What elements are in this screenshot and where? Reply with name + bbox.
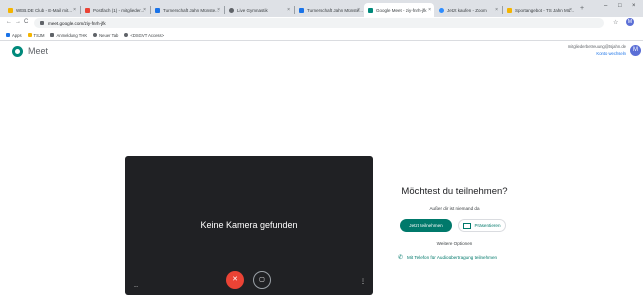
bookmark-anmeldung[interactable]: Anmeldung THK <box>50 33 87 38</box>
new-tab-button[interactable]: + <box>580 5 584 12</box>
back-button[interactable]: ← <box>6 19 12 25</box>
more-options-icon[interactable]: ⋮ <box>360 279 366 285</box>
phone-option-label: Mit Telefon für Audioübertragung teilneh… <box>407 255 498 260</box>
globe-icon <box>124 33 129 37</box>
globe-icon <box>93 33 98 37</box>
reload-button[interactable]: C <box>24 19 28 25</box>
tab-label: Postfach (1) - mitglieder... <box>93 7 145 13</box>
tab-favicon-icon <box>368 7 373 13</box>
tab-close-icon[interactable]: × <box>217 7 220 13</box>
tab-close-icon[interactable]: × <box>428 7 431 13</box>
tab-label: Turnerschaft Jahn Münste... <box>307 7 363 13</box>
tab-favicon-icon <box>8 7 13 13</box>
apps-grid-icon <box>6 33 10 37</box>
browser-tab[interactable]: Turnerschaft Jahn Münste... × <box>151 3 223 17</box>
meet-logo-icon[interactable] <box>12 46 23 57</box>
tab-close-icon[interactable]: × <box>73 7 76 13</box>
camera-toggle-button[interactable]: ▢ <box>253 271 271 289</box>
tab-favicon-icon <box>155 7 160 13</box>
bookmark-label: TSJM <box>33 32 45 38</box>
browser-tab[interactable]: Live Gymnastik × <box>225 3 293 17</box>
account-email: mitgliederbetreuung@tsjahn.de <box>567 44 626 49</box>
close-window-button[interactable]: × <box>632 3 636 9</box>
present-button[interactable]: Präsentieren <box>458 219 506 232</box>
browser-tab[interactable]: WEB.DE Club - E-Mail mit... × <box>4 3 79 17</box>
switch-account-link[interactable]: Konto wechseln <box>596 51 626 56</box>
bookmark-favicon-icon <box>27 33 32 37</box>
bookmark-star-icon[interactable]: ☆ <box>613 19 618 26</box>
tab-label: Sportangebot - TS Jahn Mü... <box>515 7 574 13</box>
join-heading: Möchtest du teilnehmen? <box>401 186 508 197</box>
bookmark-tsjm[interactable]: TSJM <box>27 32 45 38</box>
browser-tab[interactable]: Jetzt kaufen - Zoom × <box>435 3 501 17</box>
bookmark-apps[interactable]: Apps <box>6 33 22 38</box>
lock-icon <box>40 21 44 25</box>
minimize-button[interactable]: – <box>604 3 607 9</box>
forward-button[interactable]: → <box>15 19 21 25</box>
browser-tab[interactable]: Postfach (1) - mitglieder... × <box>81 3 149 17</box>
present-label: Präsentieren <box>474 223 501 228</box>
tab-close-icon[interactable]: × <box>495 7 498 13</box>
tab-favicon-icon <box>85 7 90 13</box>
audio-level-indicator: ··· <box>134 284 138 290</box>
maximize-button[interactable]: □ <box>618 3 622 9</box>
tab-favicon-icon <box>439 7 444 13</box>
meet-app-title[interactable]: Meet <box>28 46 48 56</box>
tab-favicon-icon <box>229 7 234 13</box>
browser-tab[interactable]: Turnerschaft Jahn Münste... × <box>295 3 363 17</box>
browser-tab-strip: WEB.DE Club - E-Mail mit... × Postfach (… <box>0 0 643 17</box>
bookmark-label: Neuer Tab <box>99 32 119 38</box>
tab-favicon-icon <box>299 7 304 13</box>
join-by-phone-link[interactable]: ✆ Mit Telefon für Audioübertragung teiln… <box>398 254 497 261</box>
bookmark-label: <DSGVT Access> <box>130 32 165 38</box>
camera-icon: ▢ <box>259 277 265 283</box>
browser-profile-avatar[interactable]: M <box>626 18 634 26</box>
bookmark-favicon-icon <box>50 33 55 37</box>
tab-close-icon[interactable]: × <box>287 7 290 13</box>
no-camera-message: Keine Kamera gefunden <box>200 220 298 230</box>
participants-status: Außer dir ist niemand da <box>429 206 480 211</box>
tab-close-icon[interactable]: × <box>143 7 146 13</box>
phone-icon: ✆ <box>398 255 404 261</box>
tab-label: Live Gymnastik <box>237 7 268 13</box>
bookmark-label: Apps <box>12 32 22 38</box>
browser-toolbar: ← → C meet.google.com/ziy-fnrh-jfk ☆ <box>0 17 643 30</box>
tab-label: Jetzt kaufen - Zoom <box>447 7 487 13</box>
tab-close-icon[interactable]: × <box>357 7 360 13</box>
mic-off-icon: ✕ <box>232 276 238 283</box>
address-bar[interactable]: meet.google.com/ziy-fnrh-jfk <box>34 18 604 28</box>
url-text: meet.google.com/ziy-fnrh-jfk <box>48 20 106 26</box>
tab-label: Turnerschaft Jahn Münste... <box>163 7 219 13</box>
join-now-button[interactable]: Jetzt teilnehmen <box>400 219 452 232</box>
tab-label: WEB.DE Club - E-Mail mit... <box>16 7 73 13</box>
camera-preview: Keine Kamera gefunden ✕ ▢ ··· ⋮ <box>125 156 373 295</box>
tab-favicon-icon <box>507 7 512 13</box>
browser-tab-active[interactable]: Google Meet - ziy-fnrh-jfk × <box>364 3 434 17</box>
tab-label: Google Meet - ziy-fnrh-jfk <box>376 7 427 13</box>
more-options-heading: Weitere Optionen <box>436 241 473 246</box>
bookmark-label: Anmeldung THK <box>56 32 88 38</box>
bookmark-dsgvt[interactable]: <DSGVT Access> <box>124 33 164 38</box>
bookmark-neuer-tab[interactable]: Neuer Tab <box>93 33 118 38</box>
account-avatar[interactable]: M <box>630 45 641 56</box>
microphone-off-button[interactable]: ✕ <box>226 271 244 289</box>
browser-tab[interactable]: Sportangebot - TS Jahn Mü... × <box>503 3 575 17</box>
present-screen-icon <box>463 222 472 229</box>
bookmarks-bar: Apps TSJM Anmeldung THK Neuer Tab <DSGVT… <box>0 30 643 41</box>
tab-close-icon[interactable]: × <box>569 7 572 13</box>
